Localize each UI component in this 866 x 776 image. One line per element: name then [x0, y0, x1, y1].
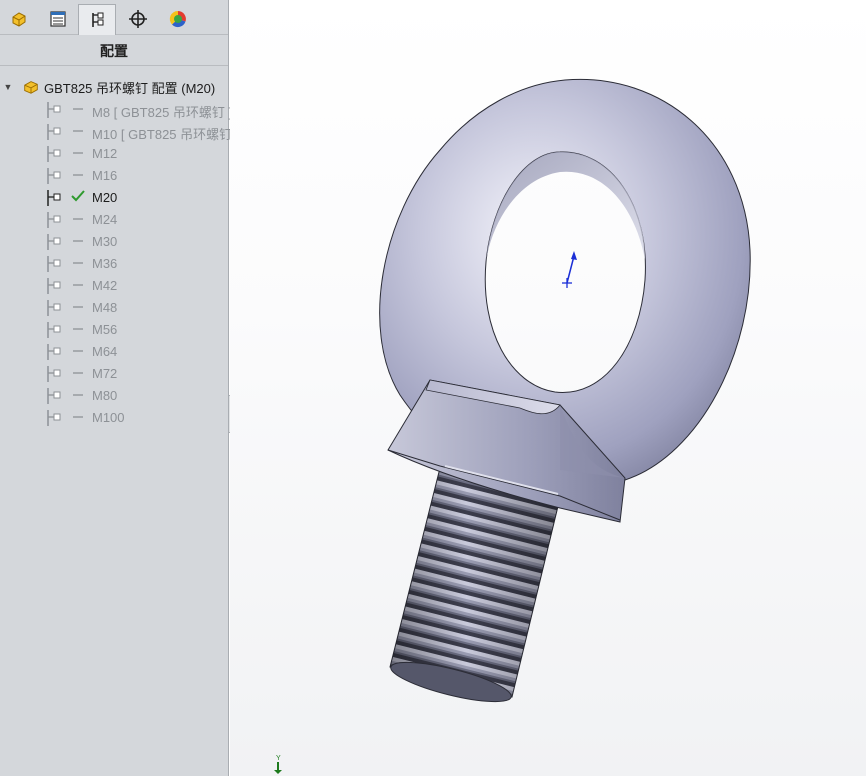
- configuration-icon: [45, 189, 63, 207]
- inactive-dash-icon: [70, 364, 86, 380]
- config-item[interactable]: M24: [0, 208, 228, 230]
- config-item[interactable]: M10 [ GBT825 吊环螺钉 ]: [0, 120, 239, 142]
- config-item[interactable]: M36: [0, 252, 228, 274]
- inactive-dash-icon: [70, 254, 86, 270]
- dimxpert-tab[interactable]: [119, 5, 157, 33]
- config-item[interactable]: M56: [0, 318, 228, 340]
- display-manager-tab[interactable]: [159, 5, 197, 33]
- part-icon: [12, 12, 26, 27]
- appearance-sphere-icon: [169, 10, 186, 28]
- config-item-label: M24: [92, 212, 118, 227]
- inactive-dash-icon: [70, 144, 86, 160]
- feature-manager-tab[interactable]: [0, 5, 38, 33]
- configuration-icon: [45, 387, 63, 405]
- configuration-icon: [45, 365, 63, 383]
- inactive-dash-icon: [70, 276, 86, 292]
- inactive-dash-icon: [70, 166, 86, 182]
- configuration-icon: [45, 145, 63, 163]
- configuration-icon: [45, 211, 63, 229]
- config-tree-root[interactable]: ▼ GBT825 吊环螺钉 配置 (M20): [0, 77, 228, 97]
- config-item[interactable]: M72: [0, 362, 228, 384]
- config-item-label: M8 [ GBT825 吊环螺钉 ]: [92, 105, 233, 120]
- crosshair-icon: [129, 10, 147, 28]
- inactive-dash-icon: [70, 298, 86, 314]
- configuration-icon: [45, 167, 63, 185]
- eye-bolt-model[interactable]: Y: [230, 0, 866, 776]
- configuration-icon: [45, 321, 63, 339]
- config-item[interactable]: M20: [0, 186, 228, 208]
- config-item[interactable]: M100: [0, 406, 228, 428]
- config-tree-root-label: GBT825 吊环螺钉 配置 (M20): [44, 80, 216, 96]
- property-list-icon: [50, 11, 66, 27]
- inactive-dash-icon: [70, 232, 86, 248]
- config-item[interactable]: M42: [0, 274, 228, 296]
- config-item[interactable]: M30: [0, 230, 228, 252]
- config-item-label: M10 [ GBT825 吊环螺钉 ]: [92, 127, 240, 142]
- config-item-label: M80: [92, 388, 118, 403]
- graphics-viewport[interactable]: Y: [230, 0, 866, 776]
- triad-y-label: Y: [276, 755, 281, 762]
- expand-caret-icon[interactable]: ▼: [1, 82, 15, 92]
- config-item-label: M12: [92, 146, 118, 161]
- part-icon: [24, 81, 38, 94]
- config-item[interactable]: M12: [0, 142, 228, 164]
- configuration-icon: [45, 299, 63, 317]
- inactive-dash-icon: [70, 408, 86, 424]
- configuration-icon: [45, 409, 63, 427]
- threaded-shank: [389, 467, 561, 703]
- inactive-dash-icon: [70, 122, 86, 138]
- config-item-label: M42: [92, 278, 118, 293]
- configuration-icon: [45, 277, 63, 295]
- config-item-label: M36: [92, 256, 118, 271]
- manager-tab-bar: [0, 0, 228, 35]
- config-item[interactable]: M16: [0, 164, 228, 186]
- configuration-icon: [92, 12, 104, 27]
- config-item-label: M100: [92, 410, 125, 425]
- configuration-manager-tab[interactable]: [78, 4, 116, 35]
- config-item-label: M16: [92, 168, 118, 183]
- property-manager-tab[interactable]: [39, 5, 77, 33]
- inactive-dash-icon: [70, 210, 86, 226]
- origin-axis-icon: [562, 251, 577, 288]
- inactive-dash-icon: [70, 386, 86, 402]
- config-item[interactable]: M8 [ GBT825 吊环螺钉 ]: [0, 98, 232, 120]
- config-item[interactable]: M48: [0, 296, 228, 318]
- config-item[interactable]: M64: [0, 340, 228, 362]
- inactive-dash-icon: [70, 100, 86, 116]
- view-triad-icon: Y: [274, 755, 282, 774]
- configuration-icon: [45, 233, 63, 251]
- config-item-label: M48: [92, 300, 118, 315]
- config-item-label: M30: [92, 234, 118, 249]
- inactive-dash-icon: [70, 342, 86, 358]
- configuration-icon: [45, 343, 63, 361]
- config-item-label: M20: [92, 190, 118, 205]
- configuration-list: M8 [ GBT825 吊环螺钉 ] M10 [ GBT825 吊环螺钉 ] M12…: [0, 98, 239, 428]
- config-item[interactable]: M80: [0, 384, 228, 406]
- divider: [0, 65, 228, 66]
- config-item-label: M64: [92, 344, 118, 359]
- configuration-icon: [45, 101, 63, 119]
- configuration-manager-panel: 配置 ▼ GBT825 吊环螺钉 配置 (M20) M8 [ GBT825 吊环…: [0, 0, 239, 776]
- panel-title: 配置: [100, 43, 128, 59]
- inactive-dash-icon: [70, 320, 86, 336]
- configuration-icon: [45, 255, 63, 273]
- active-check-icon: [70, 188, 86, 204]
- config-item-label: M56: [92, 322, 118, 337]
- configuration-icon: [45, 123, 63, 141]
- config-item-label: M72: [92, 366, 118, 381]
